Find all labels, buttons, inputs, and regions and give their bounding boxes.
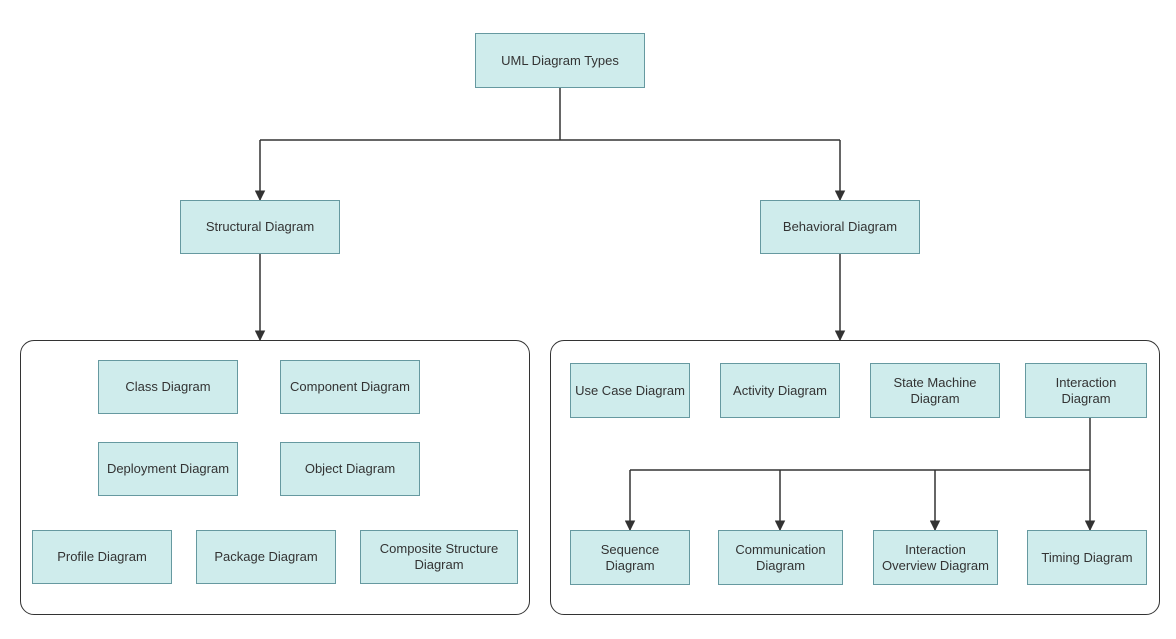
- node-usecase: Use Case Diagram: [570, 363, 690, 418]
- node-label: Profile Diagram: [57, 549, 147, 565]
- node-root: UML Diagram Types: [475, 33, 645, 88]
- node-label: Sequence Diagram: [575, 542, 685, 573]
- node-label: Object Diagram: [305, 461, 395, 477]
- node-activity: Activity Diagram: [720, 363, 840, 418]
- node-communication: Communication Diagram: [718, 530, 843, 585]
- node-label: UML Diagram Types: [501, 53, 619, 69]
- node-label: Structural Diagram: [206, 219, 314, 235]
- node-structural: Structural Diagram: [180, 200, 340, 254]
- node-label: Communication Diagram: [723, 542, 838, 573]
- node-object: Object Diagram: [280, 442, 420, 496]
- node-profile: Profile Diagram: [32, 530, 172, 584]
- node-label: Use Case Diagram: [575, 383, 685, 399]
- node-deployment: Deployment Diagram: [98, 442, 238, 496]
- node-label: Class Diagram: [125, 379, 210, 395]
- node-label: Package Diagram: [214, 549, 317, 565]
- node-label: Composite Structure Diagram: [365, 541, 513, 572]
- node-component: Component Diagram: [280, 360, 420, 414]
- node-label: Interaction Overview Diagram: [878, 542, 993, 573]
- node-overview: Interaction Overview Diagram: [873, 530, 998, 585]
- node-timing: Timing Diagram: [1027, 530, 1147, 585]
- node-label: Component Diagram: [290, 379, 410, 395]
- node-interaction: Interaction Diagram: [1025, 363, 1147, 418]
- node-package: Package Diagram: [196, 530, 336, 584]
- diagram-canvas: UML Diagram Types Structural Diagram Beh…: [0, 0, 1176, 639]
- node-label: Behavioral Diagram: [783, 219, 897, 235]
- node-label: Timing Diagram: [1041, 550, 1132, 566]
- node-behavioral: Behavioral Diagram: [760, 200, 920, 254]
- node-label: State Machine Diagram: [875, 375, 995, 406]
- node-class: Class Diagram: [98, 360, 238, 414]
- node-label: Interaction Diagram: [1030, 375, 1142, 406]
- node-composite: Composite Structure Diagram: [360, 530, 518, 584]
- node-sequence: Sequence Diagram: [570, 530, 690, 585]
- node-statemachine: State Machine Diagram: [870, 363, 1000, 418]
- node-label: Deployment Diagram: [107, 461, 229, 477]
- node-label: Activity Diagram: [733, 383, 827, 399]
